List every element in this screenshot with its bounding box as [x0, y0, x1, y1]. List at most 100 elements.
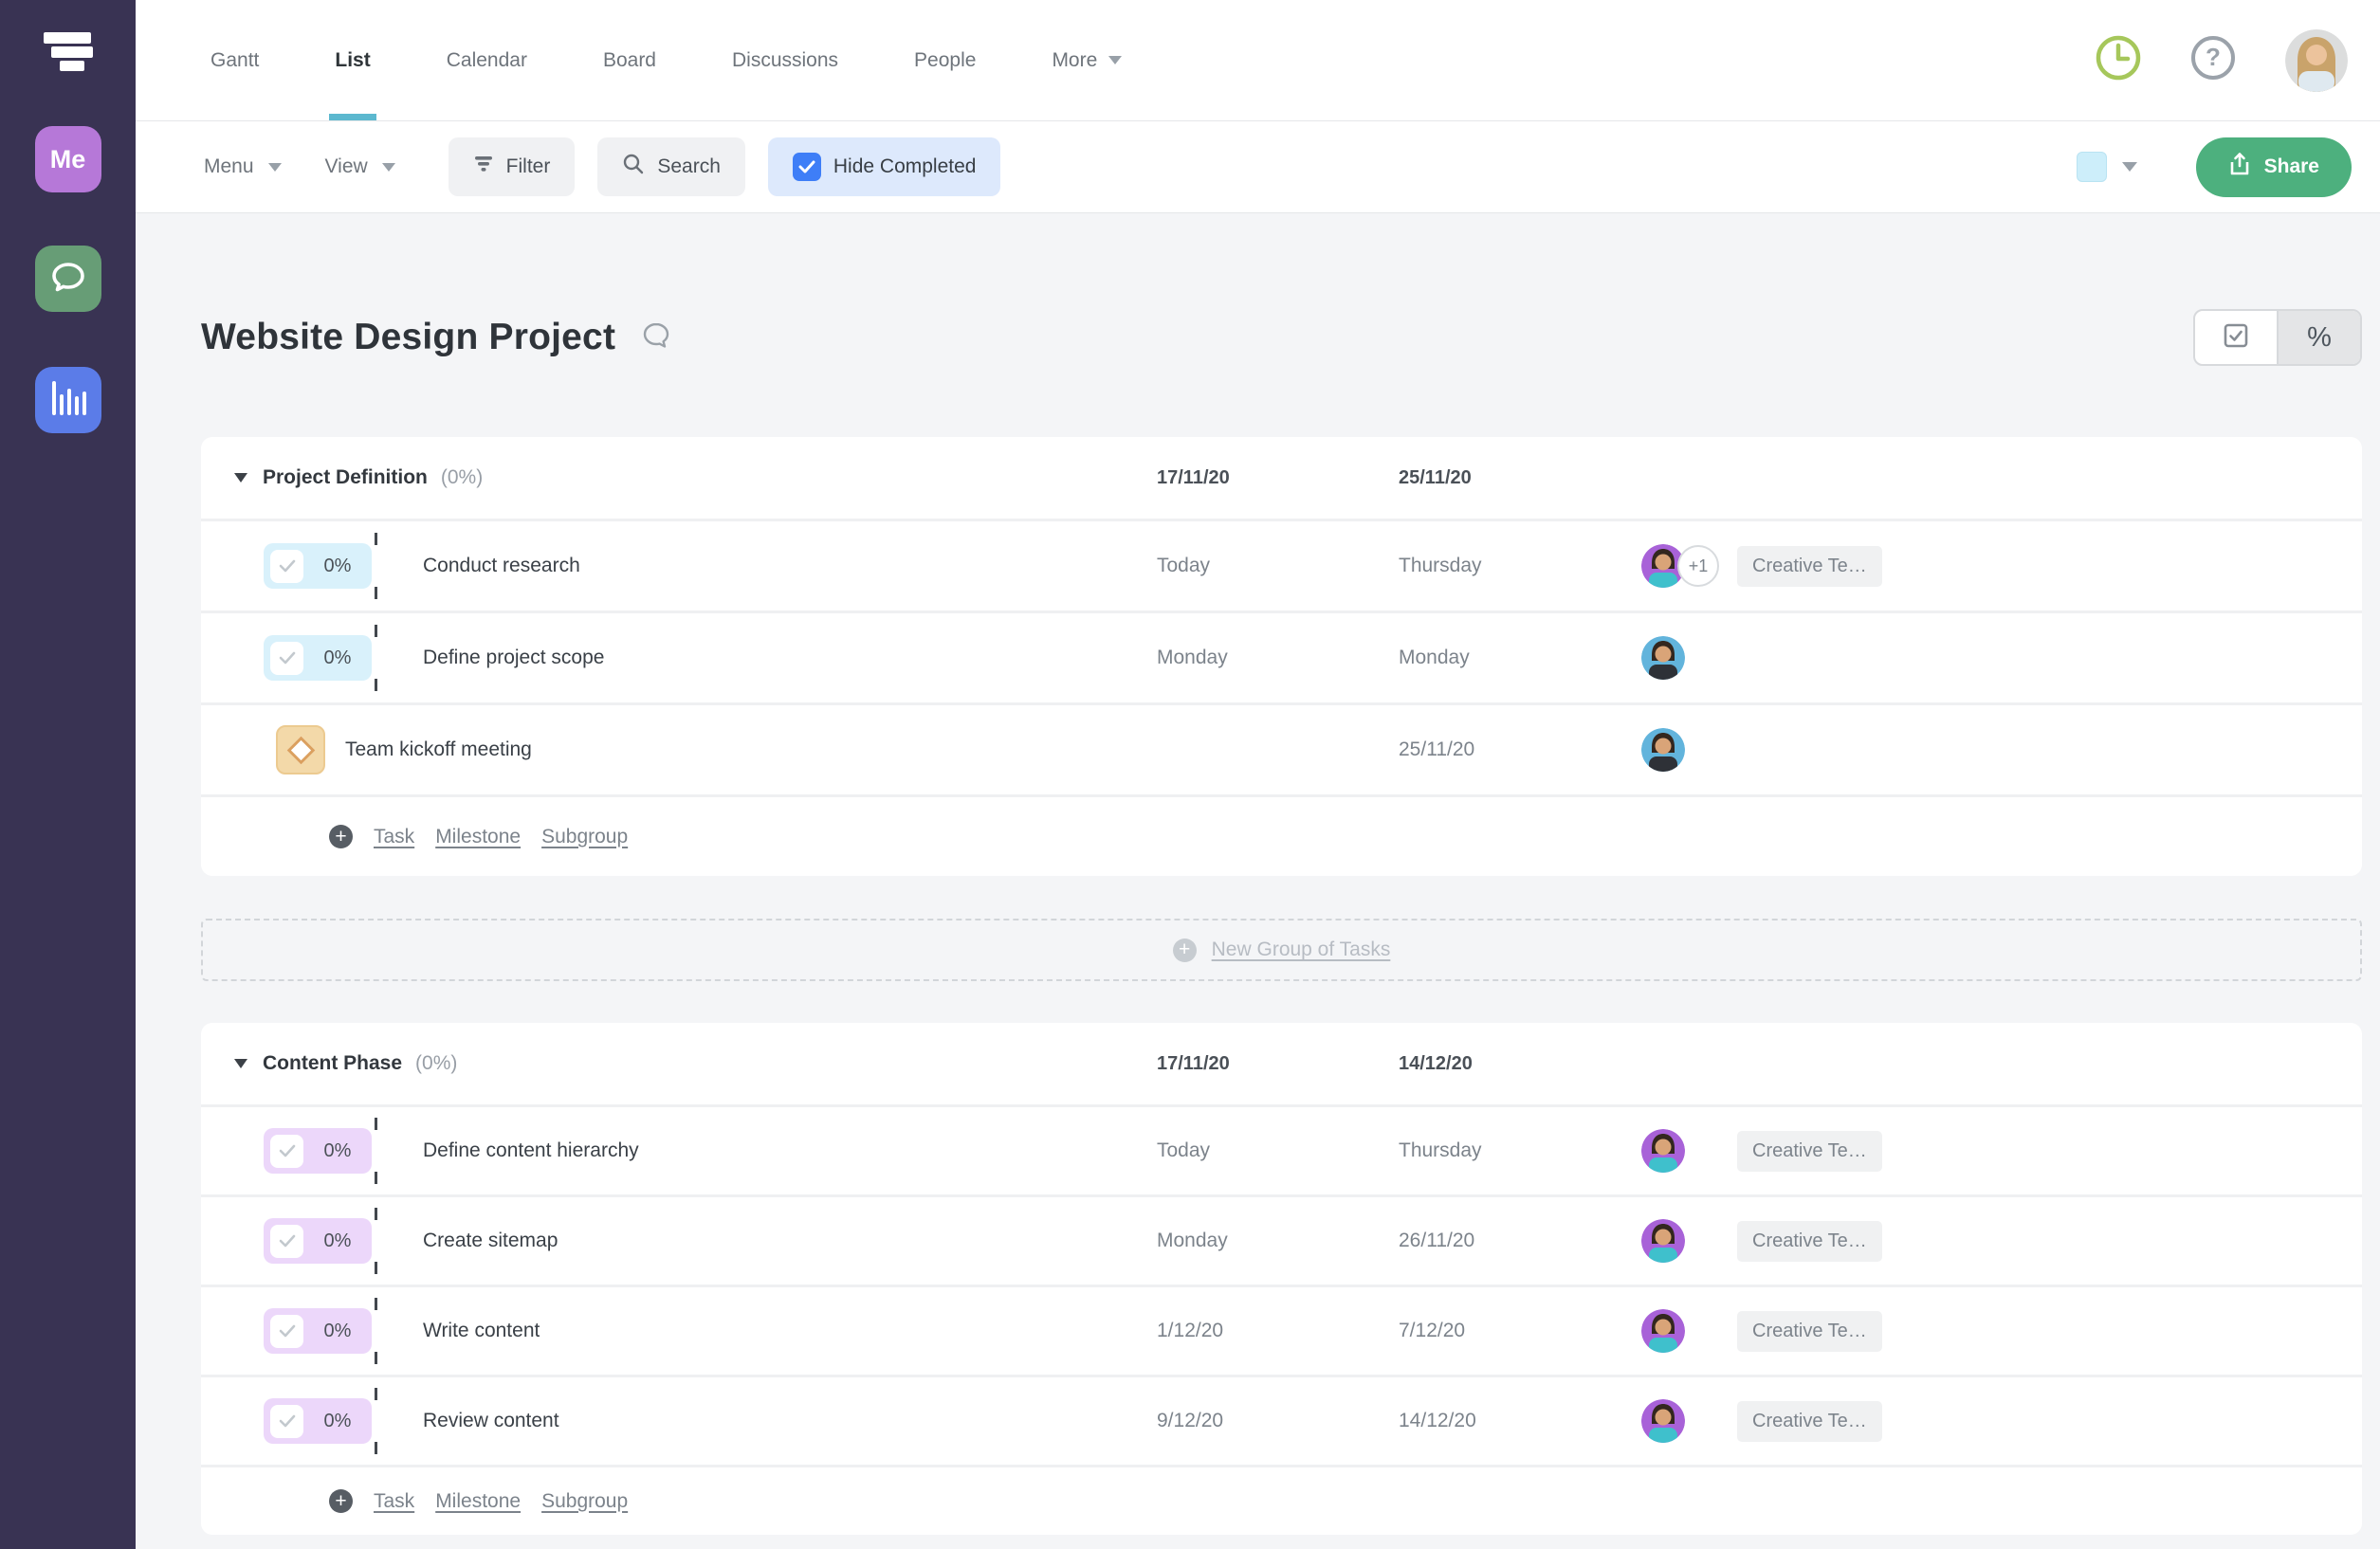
task-tag-cell: Creative Te… [1737, 1131, 2362, 1172]
group-header-row: Project Definition(0%)17/11/2025/11/20 [201, 437, 2362, 519]
checkbox-view-toggle[interactable] [2195, 311, 2277, 364]
resource-tag[interactable]: Creative Te… [1737, 1221, 1882, 1262]
progress-chip[interactable]: 0% [264, 1218, 372, 1264]
add-subgroup-link[interactable]: Subgroup [541, 826, 628, 848]
add-milestone-link[interactable]: Milestone [435, 826, 521, 848]
toolbar: Menu View Filter [136, 121, 2380, 213]
task-end-date: Monday [1399, 647, 1634, 669]
task-row[interactable]: 0%Conduct researchTodayThursday+1Creativ… [201, 519, 2362, 610]
hide-completed-toggle[interactable]: Hide Completed [768, 137, 1001, 196]
project-content: Website Design Project [136, 213, 2380, 1549]
resource-tag[interactable]: Creative Te… [1737, 1311, 1882, 1352]
task-row[interactable]: 0%Review content9/12/2014/12/20Creative … [201, 1375, 2362, 1465]
task-tag-cell: Creative Te… [1737, 1401, 2362, 1442]
tab-calendar[interactable]: Calendar [447, 0, 527, 120]
share-button[interactable]: Share [2196, 137, 2352, 197]
tab-gantt[interactable]: Gantt [211, 0, 259, 120]
task-tag-cell: Creative Te… [1737, 546, 2362, 587]
resource-tag[interactable]: Creative Te… [1737, 1401, 1882, 1442]
time-tracking-icon[interactable] [2096, 35, 2141, 85]
tab-board[interactable]: Board [603, 0, 656, 120]
tab-more[interactable]: More [1052, 0, 1122, 120]
milestone-name[interactable]: Team kickoff meeting [345, 738, 532, 761]
collapse-caret-icon[interactable] [234, 473, 247, 483]
assignee-avatar[interactable] [1641, 1309, 1685, 1353]
menu-dropdown-label: Menu [204, 155, 254, 178]
assignee-avatar[interactable] [1641, 728, 1685, 772]
progress-chip-wrap: 0% [264, 1398, 372, 1444]
task-assignees [1634, 1399, 1737, 1443]
resource-tag[interactable]: Creative Te… [1737, 1131, 1882, 1172]
teamgantt-logo-icon[interactable] [44, 32, 93, 77]
user-avatar[interactable] [2285, 29, 2348, 92]
task-name[interactable]: Write content [423, 1320, 540, 1342]
add-task-link[interactable]: Task [374, 1490, 414, 1513]
progress-chip[interactable]: 0% [264, 635, 372, 681]
add-milestone-link[interactable]: Milestone [435, 1490, 521, 1513]
task-checkbox[interactable] [270, 1135, 303, 1168]
group-name-cell: Project Definition(0%) [201, 466, 1157, 489]
task-assignees: +1 [1634, 544, 1737, 588]
add-task-link[interactable]: Task [374, 826, 414, 848]
task-checkbox[interactable] [270, 1315, 303, 1348]
task-checkbox[interactable] [270, 1225, 303, 1258]
task-name[interactable]: Define project scope [423, 647, 604, 669]
tab-label: Calendar [447, 49, 527, 72]
group-end-date: 25/11/20 [1399, 467, 1634, 489]
task-name[interactable]: Define content hierarchy [423, 1139, 639, 1162]
color-swatch-caret-icon[interactable] [2122, 162, 2137, 172]
bar-chart-icon [49, 379, 87, 422]
task-row[interactable]: 0%Create sitemapMonday26/11/20Creative T… [201, 1194, 2362, 1285]
app: Me Gantt [0, 0, 2380, 1549]
task-name[interactable]: Create sitemap [423, 1230, 558, 1252]
collapse-caret-icon[interactable] [234, 1059, 247, 1068]
task-group-card: Content Phase(0%)17/11/2014/12/200%Defin… [201, 1023, 2362, 1535]
progress-chip[interactable]: 0% [264, 543, 372, 589]
tab-discussions[interactable]: Discussions [732, 0, 838, 120]
progress-chip[interactable]: 0% [264, 1308, 372, 1354]
task-row[interactable]: 0%Write content1/12/207/12/20Creative Te… [201, 1285, 2362, 1375]
project-tabs: Gantt List Calendar Board Discussions Pe… [211, 0, 1122, 120]
tab-people[interactable]: People [914, 0, 976, 120]
new-group-of-tasks-button[interactable]: + New Group of Tasks [201, 919, 2362, 981]
menu-dropdown[interactable]: Menu [204, 155, 282, 178]
progress-chip[interactable]: 0% [264, 1128, 372, 1174]
add-plus-icon[interactable]: + [329, 1489, 353, 1513]
task-end-date: 26/11/20 [1399, 1230, 1634, 1252]
percent-view-toggle[interactable]: % [2277, 311, 2360, 364]
sidebar-item-charts[interactable] [35, 367, 101, 433]
task-name[interactable]: Conduct research [423, 555, 580, 577]
search-button[interactable]: Search [597, 137, 745, 196]
plus-icon: + [1173, 939, 1197, 962]
task-row[interactable]: 0%Define project scopeMondayMonday [201, 610, 2362, 702]
milestone-diamond-icon[interactable] [276, 725, 325, 774]
group-percent: (0%) [441, 466, 483, 489]
view-dropdown[interactable]: View [325, 155, 395, 178]
tab-label: Board [603, 49, 656, 72]
milestone-row[interactable]: Team kickoff meeting25/11/20 [201, 702, 2362, 794]
project-color-swatch[interactable] [2077, 152, 2107, 182]
tab-list[interactable]: List [335, 0, 370, 120]
assignee-avatar[interactable] [1641, 1219, 1685, 1263]
task-row[interactable]: 0%Define content hierarchyTodayThursdayC… [201, 1104, 2362, 1194]
resource-tag[interactable]: Creative Te… [1737, 546, 1882, 587]
add-subgroup-link[interactable]: Subgroup [541, 1490, 628, 1513]
assignee-avatar[interactable] [1641, 1399, 1685, 1443]
assignee-overflow-badge[interactable]: +1 [1677, 545, 1719, 587]
task-checkbox[interactable] [270, 642, 303, 675]
progress-chip[interactable]: 0% [264, 1398, 372, 1444]
help-icon[interactable]: ? [2190, 35, 2236, 85]
filter-button[interactable]: Filter [449, 137, 576, 196]
comment-icon[interactable] [642, 321, 670, 355]
assignee-avatar[interactable] [1641, 1129, 1685, 1173]
add-plus-icon[interactable]: + [329, 825, 353, 848]
task-end-date: 14/12/20 [1399, 1410, 1634, 1432]
assignee-avatar[interactable] [1641, 636, 1685, 680]
sidebar-item-me[interactable]: Me [35, 126, 101, 192]
task-name[interactable]: Review content [423, 1410, 559, 1432]
sidebar-item-discussions[interactable] [35, 246, 101, 312]
new-group-label: New Group of Tasks [1212, 939, 1391, 961]
task-checkbox[interactable] [270, 550, 303, 583]
task-checkbox[interactable] [270, 1405, 303, 1438]
page-title: Website Design Project [201, 317, 615, 358]
